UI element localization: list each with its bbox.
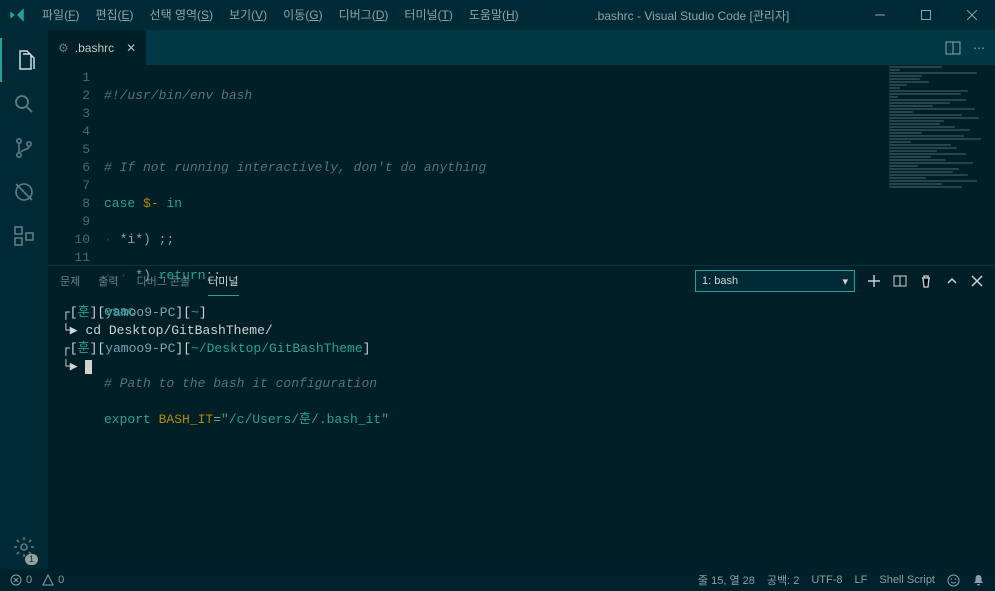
activity-search[interactable] xyxy=(0,82,48,126)
minimap[interactable] xyxy=(885,65,995,265)
status-errors[interactable]: 0 xyxy=(10,574,32,586)
editor-content[interactable]: #!/usr/bin/env bash # If not running int… xyxy=(104,65,995,265)
status-warnings[interactable]: 0 xyxy=(42,574,64,586)
settings-badge: 1 xyxy=(25,554,38,565)
menu-go[interactable]: 이동(G) xyxy=(275,0,330,30)
status-eol[interactable]: LF xyxy=(855,574,868,586)
search-icon xyxy=(12,92,36,116)
split-editor-icon[interactable] xyxy=(945,40,961,56)
smiley-icon xyxy=(947,574,960,587)
maximize-button[interactable] xyxy=(903,0,949,30)
status-bar: 0 0 줄 15, 열 28 공백: 2 UTF-8 LF Shell Scri… xyxy=(0,569,995,591)
activity-extensions[interactable] xyxy=(0,214,48,258)
bell-icon xyxy=(972,574,985,587)
menu-help[interactable]: 도움말(H) xyxy=(461,0,527,30)
activity-source-control[interactable] xyxy=(0,126,48,170)
menu-terminal[interactable]: 터미널(T) xyxy=(396,0,460,30)
menu-view[interactable]: 보기(V) xyxy=(221,0,275,30)
panel-tab-problems[interactable]: 문제 xyxy=(60,267,80,295)
editor-group: ⚙ .bashrc ✕ ⋯ 1234567891011 #!/usr/bin/e… xyxy=(48,30,995,569)
menu-bar: 파일(F) 편집(E) 선택 영역(S) 보기(V) 이동(G) 디버그(D) … xyxy=(34,0,527,30)
status-language[interactable]: Shell Script xyxy=(879,574,935,586)
status-notifications[interactable] xyxy=(972,574,985,587)
close-button[interactable] xyxy=(949,0,995,30)
files-icon xyxy=(13,48,37,72)
editor-gutter: 1234567891011 xyxy=(48,65,104,265)
status-encoding[interactable]: UTF-8 xyxy=(811,574,842,586)
tab-filename: .bashrc xyxy=(75,41,114,55)
titlebar: 파일(F) 편집(E) 선택 영역(S) 보기(V) 이동(G) 디버그(D) … xyxy=(0,0,995,30)
more-actions-icon[interactable]: ⋯ xyxy=(973,41,985,55)
extensions-icon xyxy=(12,224,36,248)
editor-actions: ⋯ xyxy=(945,30,995,65)
status-line-col[interactable]: 줄 15, 열 28 xyxy=(698,572,755,588)
minimize-button[interactable] xyxy=(857,0,903,30)
window-title: .bashrc - Visual Studio Code [관리자] xyxy=(527,7,857,24)
bug-icon xyxy=(12,180,36,204)
chevron-down-icon: ▾ xyxy=(842,275,848,288)
activity-bar: 1 xyxy=(0,30,48,569)
editor-tab-bashrc[interactable]: ⚙ .bashrc ✕ xyxy=(48,30,146,65)
warning-icon xyxy=(42,574,54,586)
menu-debug[interactable]: 디버그(D) xyxy=(331,0,397,30)
tab-close-icon[interactable]: ✕ xyxy=(126,41,136,55)
workbench: 1 ⚙ .bashrc ✕ ⋯ 1234567891011 #!/usr/bin… xyxy=(0,30,995,569)
terminal-cursor xyxy=(85,360,92,374)
status-feedback[interactable] xyxy=(947,574,960,587)
menu-file[interactable]: 파일(F) xyxy=(34,0,87,30)
file-icon: ⚙ xyxy=(58,41,69,55)
editor-tabs: ⚙ .bashrc ✕ ⋯ xyxy=(48,30,995,65)
activity-explorer[interactable] xyxy=(0,38,48,82)
git-branch-icon xyxy=(12,136,36,160)
menu-selection[interactable]: 선택 영역(S) xyxy=(142,0,222,30)
terminal-selector[interactable]: 1: bash ▾ xyxy=(695,270,855,292)
error-icon xyxy=(10,574,22,586)
status-indent[interactable]: 공백: 2 xyxy=(767,572,799,588)
vscode-logo-icon xyxy=(0,6,34,24)
menu-edit[interactable]: 편집(E) xyxy=(87,0,141,30)
activity-settings[interactable]: 1 xyxy=(0,525,48,569)
editor[interactable]: 1234567891011 #!/usr/bin/env bash # If n… xyxy=(48,65,995,265)
window-controls xyxy=(857,0,995,30)
activity-debug[interactable] xyxy=(0,170,48,214)
